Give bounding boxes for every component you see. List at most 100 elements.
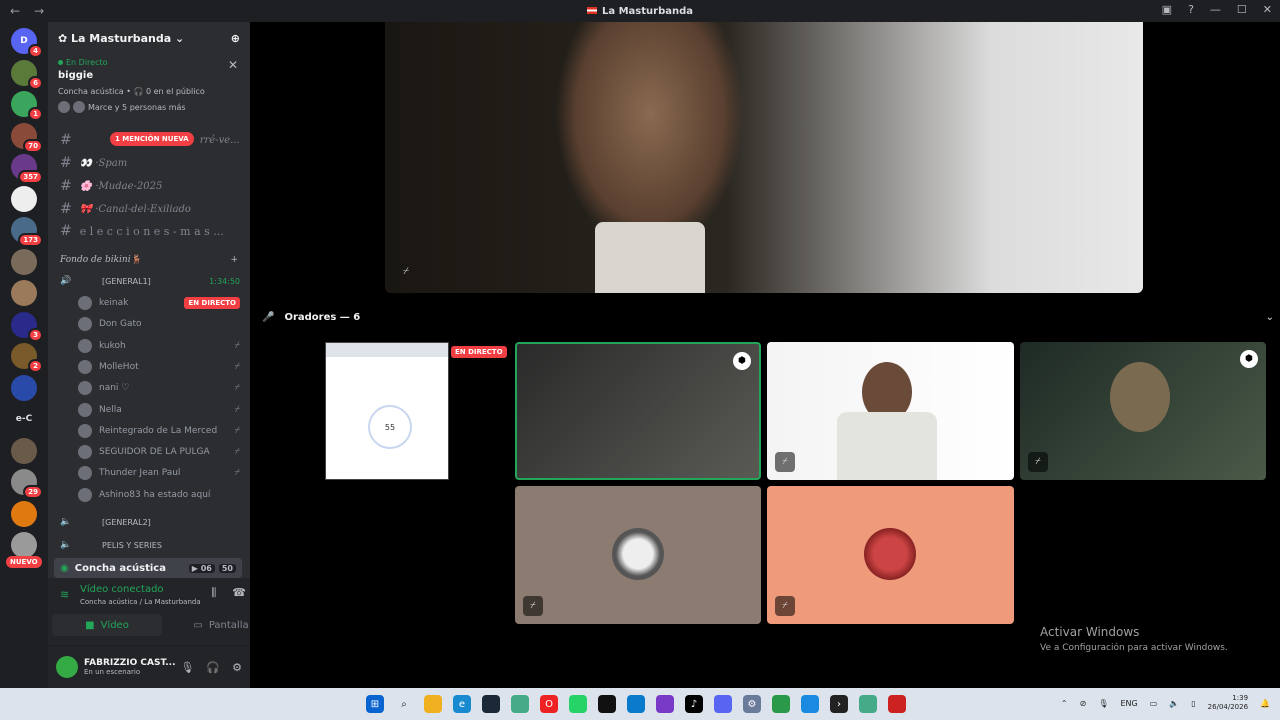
channel-item[interactable]: # 👀 · Spam [60, 153, 242, 173]
voice-channel[interactable]: 🔊 [GENERAL1] 1:34:50 [60, 272, 240, 290]
network-off-icon[interactable]: ⊘ [1080, 699, 1087, 708]
title-bar: ← → La Masturbanda ▣ ? — ☐ ✕ [0, 0, 1280, 22]
gear-icon[interactable]: ⚙ [232, 661, 242, 674]
inbox-icon[interactable]: ▣ [1162, 3, 1172, 16]
folder-icon[interactable] [424, 695, 442, 713]
edge-icon[interactable]: e [453, 695, 471, 713]
server-icon[interactable]: 6 [11, 59, 43, 90]
recorder-icon[interactable] [888, 695, 906, 713]
stage-channel[interactable]: ◉ Concha acústica ▶ 06 50 [54, 558, 242, 578]
speaker-tile[interactable]: ⌿ [515, 486, 761, 624]
battery-icon[interactable]: ▯ [1191, 699, 1195, 708]
chevron-up-icon[interactable]: ⌃ [1061, 699, 1068, 708]
jetbrains-icon[interactable] [598, 695, 616, 713]
microphone-icon[interactable]: 🎙 [1098, 699, 1108, 708]
voice-member[interactable]: keinak EN DIRECTO [78, 293, 240, 313]
video-button[interactable]: ■ Vídeo [52, 614, 162, 636]
server-icon[interactable] [11, 374, 37, 401]
chrome-icon[interactable] [859, 695, 877, 713]
volume-icon[interactable]: 🔈 [1169, 699, 1179, 708]
help-icon[interactable]: ? [1188, 3, 1194, 16]
messenger-icon[interactable] [801, 695, 819, 713]
category-header[interactable]: Fondo de bikini🦌 + [60, 255, 238, 265]
member-name: Nella [99, 404, 122, 415]
signal-icon: ≋ [60, 588, 70, 601]
speaker-tile[interactable]: ⬢ [515, 342, 761, 480]
microphone-icon[interactable]: 🎙 [180, 661, 194, 674]
vscode-icon[interactable] [627, 695, 645, 713]
settings-icon[interactable]: ⚙ [743, 695, 761, 713]
channel-item[interactable]: # 🎀 · Canal-del-Exiliado [60, 199, 242, 219]
close-icon[interactable]: ✕ [228, 58, 238, 72]
close-button[interactable]: ✕ [1263, 3, 1272, 16]
voice-member[interactable]: Reintegrado de La Merced ⌿ [78, 421, 240, 441]
server-icon[interactable]: e-C [11, 406, 37, 432]
avatar[interactable] [56, 656, 78, 678]
server-icon[interactable]: 173 [11, 217, 43, 247]
disconnect-icon[interactable]: ☎ [232, 586, 246, 600]
live-badge: EN DIRECTO [184, 297, 240, 309]
voice-member[interactable]: nani ♡ ⌿ [78, 378, 240, 398]
server-icon[interactable]: D4 [11, 28, 43, 58]
network-icon[interactable]: ▭ [1150, 699, 1158, 708]
forward-arrow-icon[interactable]: → [34, 4, 44, 18]
speaker-tile[interactable]: ⌿ [767, 486, 1014, 624]
speakers-header[interactable]: 🎤 Oradores — 6 ⌄ [262, 308, 1274, 326]
terminal-icon[interactable]: › [830, 695, 848, 713]
voice-member[interactable]: Don Gato [78, 314, 240, 334]
voice-channel[interactable]: 🔈 PELIS Y SERIES [60, 536, 240, 554]
language-indicator[interactable]: ENG [1120, 699, 1137, 708]
visual-studio-icon[interactable] [656, 695, 674, 713]
server-icon[interactable]: 2 [11, 343, 43, 373]
voice-member[interactable]: Thunder Jean Paul ⌿ [78, 463, 240, 483]
guild-header[interactable]: ✿ La Masturbanda ⌄ ⊕ [48, 22, 250, 54]
tiktok-icon[interactable]: ♪ [685, 695, 703, 713]
channel-item[interactable]: # rré-ve... [60, 130, 242, 150]
speaker-tile[interactable]: ⬢ ⌿ [1020, 342, 1266, 480]
voice-member[interactable]: Ashino83 ha estado aquí [78, 485, 240, 505]
headphones-icon[interactable]: 🎧 [206, 661, 220, 674]
clock[interactable]: 1:39 26/04/2026 [1208, 694, 1248, 712]
chevron-down-icon[interactable]: ⌄ [1266, 312, 1274, 323]
server-icon[interactable] [11, 280, 37, 306]
server-icon[interactable] [11, 185, 37, 212]
windows-start-icon[interactable]: ⊞ [366, 695, 384, 713]
voice-member[interactable]: kukoh ⌿ [78, 336, 240, 356]
discord-icon[interactable] [714, 695, 732, 713]
channel-item[interactable]: # e l e c c i o n e s - m a s ... [60, 221, 242, 241]
server-icon[interactable]: 357 [11, 154, 43, 184]
server-icon[interactable] [11, 532, 37, 558]
server-icon[interactable]: 3 [11, 311, 43, 342]
voice-member[interactable]: MolleHot ⌿ [78, 357, 240, 377]
new-badge[interactable]: NUEVO [6, 556, 42, 568]
server-icon[interactable]: 1 [11, 91, 43, 121]
whatsapp-icon[interactable] [569, 695, 587, 713]
noise-icon[interactable]: ⫼ [211, 586, 216, 600]
steam-icon[interactable] [482, 695, 500, 713]
server-icon[interactable] [11, 437, 37, 464]
notification-icon[interactable]: 🔔 [1260, 699, 1270, 708]
notepad-icon[interactable] [772, 695, 790, 713]
connection-status[interactable]: Vídeo conectado [80, 584, 164, 595]
chrome-icon[interactable] [511, 695, 529, 713]
voice-channel[interactable]: 🔈 [GENERAL2] [60, 513, 240, 531]
add-member-icon[interactable]: ⊕ [231, 32, 240, 45]
channel-item[interactable]: # 🌸 · Mudae-2025 [60, 176, 242, 196]
voice-member[interactable]: SEGUIDOR DE LA PULGA ⌿ [78, 442, 240, 462]
server-icon[interactable] [11, 500, 37, 527]
minimize-button[interactable]: — [1210, 3, 1221, 16]
server-icon[interactable]: 70 [11, 122, 43, 153]
opera-icon[interactable]: O [540, 695, 558, 713]
back-arrow-icon[interactable]: ← [10, 4, 20, 18]
featured-video[interactable]: ⌿ [385, 22, 1143, 293]
speaker-tile[interactable]: ⌿ [767, 342, 1014, 480]
live-card[interactable]: En Directo ✕ biggie Concha acústica • 🎧 … [56, 54, 242, 122]
server-icon[interactable]: 29 [11, 469, 43, 499]
screen-share-tile[interactable]: 55 [325, 342, 449, 480]
stage-icon: ◉ [60, 562, 69, 574]
server-icon[interactable] [11, 248, 37, 275]
add-channel-icon[interactable]: + [230, 255, 238, 265]
voice-member[interactable]: Nella ⌿ [78, 400, 240, 420]
search-icon[interactable]: ⌕ [395, 695, 413, 713]
maximize-button[interactable]: ☐ [1237, 3, 1247, 16]
